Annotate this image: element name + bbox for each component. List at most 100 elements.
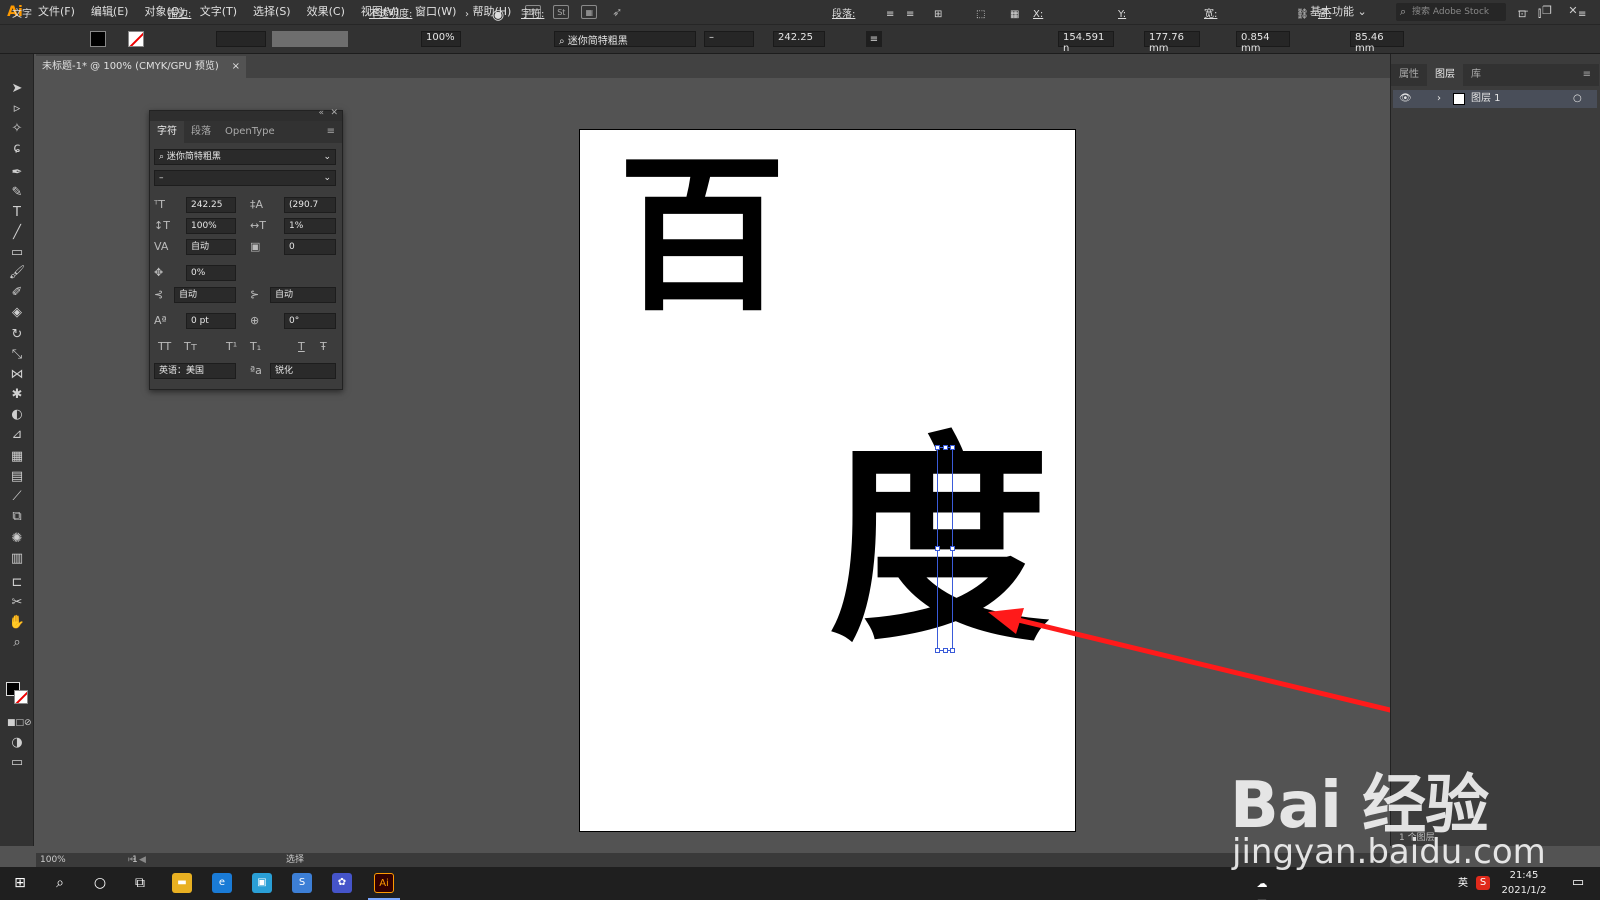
underline-button[interactable]: T <box>298 339 305 355</box>
font-family-field[interactable]: ⌕ 迷你简特粗黑 <box>554 31 696 47</box>
menu-effect[interactable]: 效果(C) <box>299 0 353 24</box>
font-style-field[interactable]: – <box>704 31 754 47</box>
text-frame-icon[interactable]: ⊞ <box>934 6 942 24</box>
file-explorer-icon[interactable]: ▬ <box>172 873 192 893</box>
resize-handle[interactable] <box>935 546 940 551</box>
opacity-field[interactable]: 100% <box>421 31 461 47</box>
tab-layers[interactable]: 图层 <box>1427 64 1463 86</box>
baseline-shift-field[interactable]: 0 pt <box>186 313 236 329</box>
width-tool-icon[interactable]: ⋈ <box>7 366 27 384</box>
close-icon[interactable]: ✕ <box>330 108 338 118</box>
panel-menu-icon[interactable]: ≡ <box>320 121 342 143</box>
rotate-tool-icon[interactable]: ↻ <box>7 326 27 344</box>
h-field[interactable]: 85.46 mm <box>1350 31 1404 54</box>
color-modes-icon[interactable]: ■□⊘ <box>7 714 32 732</box>
store-icon[interactable]: ▣ <box>252 873 272 893</box>
cortana-icon[interactable]: ○ <box>90 873 110 893</box>
hand-tool-icon[interactable]: ✋ <box>7 614 27 632</box>
align-objects-icon[interactable]: ⬚ <box>976 6 985 24</box>
align-center-icon[interactable]: ≡ <box>886 6 894 24</box>
resize-handle[interactable] <box>935 445 940 450</box>
leading-field[interactable]: (290.7 <box>284 197 336 213</box>
recolor-icon[interactable]: ◉ <box>492 6 504 24</box>
edge-browser-icon[interactable]: e <box>212 873 232 893</box>
resize-handle[interactable] <box>935 648 940 653</box>
stock-search-input[interactable]: 搜索 Adobe Stock <box>1396 3 1506 21</box>
stroke-weight-field[interactable] <box>216 31 266 47</box>
resize-handle[interactable] <box>950 648 955 653</box>
tab-paragraph[interactable]: 段落 <box>184 121 218 143</box>
menu-file[interactable]: 文件(F) <box>30 0 83 24</box>
magic-wand-icon[interactable]: ✧ <box>7 120 27 138</box>
vertical-scale-field[interactable]: 100% <box>186 218 236 234</box>
fill-swatch[interactable] <box>90 31 106 47</box>
tab-opentype[interactable]: OpenType <box>218 121 282 143</box>
symbol-sprayer-icon[interactable]: ✺ <box>7 530 27 548</box>
subscript-button[interactable]: T₁ <box>250 339 261 355</box>
illustrator-taskbar-icon[interactable]: Ai <box>374 873 394 893</box>
selection-bounding-box[interactable] <box>935 445 955 653</box>
align-right-icon[interactable]: ≡ <box>906 6 914 24</box>
perspective-grid-icon[interactable]: ⊿ <box>7 426 27 444</box>
lasso-icon[interactable]: ɕ <box>7 140 27 158</box>
horizontal-scale-field[interactable]: 1% <box>284 218 336 234</box>
resize-handle[interactable] <box>950 445 955 450</box>
resize-handle[interactable] <box>943 445 948 450</box>
resize-handle[interactable] <box>950 546 955 551</box>
language-select[interactable]: 英语：美国 <box>154 363 236 379</box>
all-caps-button[interactable]: TT <box>158 339 171 355</box>
blend-tool-icon[interactable]: ⧉ <box>7 508 27 526</box>
stroke-color-icon[interactable] <box>14 690 28 704</box>
panel-header[interactable]: « ✕ <box>150 108 342 121</box>
gradient-tool-icon[interactable]: ▤ <box>7 468 27 486</box>
target-icon[interactable]: ○ <box>1573 90 1582 108</box>
menu-window[interactable]: 窗口(W) <box>407 0 464 24</box>
menu-select[interactable]: 选择(S) <box>245 0 299 24</box>
scale-tool-icon[interactable]: ⤡ <box>7 346 27 364</box>
close-tab-icon[interactable]: × <box>232 56 240 78</box>
menu-type[interactable]: 文字(T) <box>192 0 245 24</box>
artboard-number-field[interactable]: 1 <box>132 853 138 867</box>
transform-reference-icon[interactable]: ▦ <box>1010 6 1019 24</box>
direct-selection-tool-icon[interactable]: ▹ <box>7 100 27 118</box>
draw-mode-icon[interactable]: ◑ <box>7 734 27 752</box>
windows-start-icon[interactable]: ⊞ <box>10 873 30 893</box>
char-rotation-field[interactable]: 0° <box>284 313 336 329</box>
visibility-eye-icon[interactable]: 👁 <box>1399 90 1412 108</box>
chevron-right-icon[interactable]: › <box>465 6 469 24</box>
tsume-field[interactable]: 0% <box>186 265 236 281</box>
eraser-icon[interactable]: ◈ <box>7 304 27 322</box>
shaper-tool-icon[interactable]: ✐ <box>7 284 27 302</box>
pen-tool-icon[interactable]: ✒ <box>7 164 27 182</box>
search-icon[interactable]: ⌕ <box>50 873 70 893</box>
stroke-label[interactable]: 描边: <box>168 6 191 24</box>
layer-row[interactable]: 👁 › 图层 1 ○ <box>1393 90 1597 108</box>
type-tool-icon[interactable]: T <box>7 204 27 222</box>
tracking-field[interactable]: 0 <box>284 239 336 255</box>
aki-left-field[interactable]: 自动 <box>174 287 236 303</box>
eyedropper-icon[interactable]: ⟋ <box>7 488 27 506</box>
line-tool-icon[interactable]: ╱ <box>7 224 27 242</box>
resize-handle[interactable] <box>943 648 948 653</box>
rectangle-tool-icon[interactable]: ▭ <box>7 244 27 262</box>
font-size-field[interactable]: 242.25 <box>186 197 236 213</box>
y-field[interactable]: 177.76 mm <box>1144 31 1200 54</box>
tab-libraries[interactable]: 库 <box>1463 64 1489 86</box>
superscript-button[interactable]: T¹ <box>226 339 237 355</box>
font-family-field[interactable]: ⌕ 迷你简特粗黑 ⌄ <box>154 149 336 165</box>
zoom-field[interactable]: 100% <box>40 853 66 867</box>
para-label[interactable]: 段落: <box>832 6 855 24</box>
screen-mode-icon[interactable]: ▭ <box>7 754 27 772</box>
opacity-label[interactable]: 不透明度: <box>369 6 412 24</box>
panel-menu-icon[interactable]: ≡ <box>1578 6 1586 24</box>
align-left-icon[interactable]: ≡ <box>866 31 882 47</box>
kerning-field[interactable]: 自动 <box>186 239 236 255</box>
w-field[interactable]: 0.854 mm <box>1236 31 1290 54</box>
panel-menu-icon[interactable]: ≡ <box>1575 64 1599 86</box>
expand-chevron-icon[interactable]: › <box>1437 90 1441 108</box>
tab-properties[interactable]: 属性 <box>1391 64 1427 86</box>
antialias-select[interactable]: 锐化 <box>270 363 336 379</box>
slice-tool-icon[interactable]: ✂ <box>7 594 27 612</box>
aki-right-field[interactable]: 自动 <box>270 287 336 303</box>
collapse-icon[interactable]: « <box>318 108 324 118</box>
